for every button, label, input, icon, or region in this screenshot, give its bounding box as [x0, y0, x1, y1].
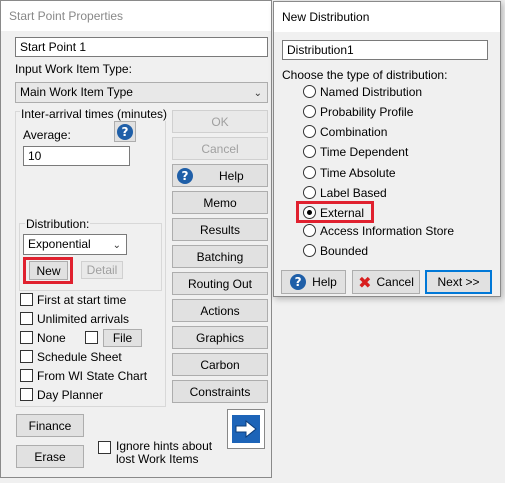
help-button[interactable]: ? Help — [281, 270, 346, 294]
schedule-sheet-checkbox[interactable] — [20, 350, 33, 363]
none-checkbox[interactable] — [20, 331, 33, 344]
actions-button[interactable]: Actions — [172, 299, 268, 322]
start-point-name-field[interactable]: Start Point 1 — [15, 37, 268, 57]
work-item-type-value: Main Work Item Type — [20, 85, 133, 99]
distribution-value: Exponential — [28, 237, 91, 251]
first-at-start-checkbox[interactable] — [20, 293, 33, 306]
file-checkbox[interactable] — [85, 331, 98, 344]
average-input[interactable]: 10 — [23, 146, 130, 166]
arrow-right-icon — [232, 415, 260, 443]
finance-button[interactable]: Finance — [16, 414, 84, 437]
cancel-button-label: Cancel — [376, 275, 414, 289]
option-bounded: Bounded — [320, 244, 369, 258]
external-option-highlight — [296, 201, 374, 223]
ignore-hints-label-line2: lost Work Items — [116, 452, 199, 466]
erase-button[interactable]: Erase — [16, 445, 84, 468]
help-icon: ? — [117, 123, 133, 140]
routing-out-button[interactable]: Routing Out — [172, 272, 268, 295]
title-bar[interactable]: Start Point Properties — [1, 1, 271, 31]
file-button[interactable]: File — [103, 329, 142, 347]
from-wi-state-chart-checkbox[interactable] — [20, 369, 33, 382]
unlimited-arrivals-checkbox[interactable] — [20, 312, 33, 325]
new-button-highlight — [23, 257, 73, 284]
results-button[interactable]: Results — [172, 218, 268, 241]
ok-button[interactable]: OK — [172, 110, 268, 133]
distribution-select[interactable]: Exponential ⌄ — [23, 234, 127, 255]
radio-label-based[interactable] — [303, 186, 316, 199]
work-item-type-select[interactable]: Main Work Item Type ⌄ — [15, 82, 268, 103]
batching-button[interactable]: Batching — [172, 245, 268, 268]
help-icon: ? — [290, 274, 307, 290]
new-distribution-window: New Distribution Distribution1 Choose th… — [273, 1, 501, 297]
help-button[interactable]: ? Help — [172, 164, 268, 187]
close-icon: ✖ — [358, 272, 372, 292]
memo-button[interactable]: Memo — [172, 191, 268, 214]
day-planner-checkbox[interactable] — [20, 388, 33, 401]
from-wi-state-chart-label: From WI State Chart — [37, 369, 148, 383]
radio-time-absolute[interactable] — [303, 166, 316, 179]
ignore-hints-label-line1: Ignore hints about — [116, 439, 213, 453]
option-probability-profile: Probability Profile — [320, 105, 414, 119]
radio-access-information-store[interactable] — [303, 224, 316, 237]
option-time-dependent: Time Dependent — [320, 145, 409, 159]
next-button[interactable]: Next >> — [425, 270, 492, 294]
help-icon: ? — [177, 167, 193, 184]
inter-arrival-label: Inter-arrival times (minutes) — [20, 107, 169, 121]
window-title: New Distribution — [282, 10, 370, 24]
radio-named-distribution[interactable] — [303, 85, 316, 98]
chevron-down-icon: ⌄ — [253, 88, 262, 99]
next-arrow-button[interactable] — [227, 409, 265, 449]
schedule-sheet-label: Schedule Sheet — [37, 350, 122, 364]
input-work-item-type-label: Input Work Item Type: — [15, 62, 132, 76]
window-title: Start Point Properties — [9, 9, 124, 23]
graphics-button[interactable]: Graphics — [172, 326, 268, 349]
option-time-absolute: Time Absolute — [320, 166, 396, 180]
ignore-hints-checkbox[interactable] — [98, 441, 111, 454]
first-at-start-label: First at start time — [37, 293, 127, 307]
none-label: None — [37, 331, 66, 345]
help-button-label: Help — [312, 275, 337, 289]
help-button-label: Help — [219, 168, 244, 183]
detail-button[interactable]: Detail — [81, 261, 123, 279]
cancel-button[interactable]: ✖ Cancel — [352, 270, 420, 294]
option-label-based: Label Based — [320, 186, 387, 200]
carbon-button[interactable]: Carbon — [172, 353, 268, 376]
chevron-down-icon: ⌄ — [112, 240, 121, 251]
option-combination: Combination — [320, 125, 388, 139]
choose-type-label: Choose the type of distribution: — [282, 68, 448, 82]
constraints-button[interactable]: Constraints — [172, 380, 268, 403]
average-label: Average: — [23, 128, 71, 142]
start-point-properties-window: Start Point Properties Start Point 1 Inp… — [0, 0, 272, 478]
radio-probability-profile[interactable] — [303, 105, 316, 118]
radio-time-dependent[interactable] — [303, 145, 316, 158]
option-named-distribution: Named Distribution — [320, 85, 423, 99]
radio-bounded[interactable] — [303, 244, 316, 257]
average-help-button[interactable]: ? — [114, 121, 136, 142]
radio-combination[interactable] — [303, 125, 316, 138]
option-access-information-store: Access Information Store — [320, 224, 455, 238]
cancel-button[interactable]: Cancel — [172, 137, 268, 160]
title-bar[interactable]: New Distribution — [274, 2, 500, 32]
day-planner-label: Day Planner — [37, 388, 104, 402]
distribution-label: Distribution: — [25, 217, 91, 231]
unlimited-arrivals-label: Unlimited arrivals — [37, 312, 130, 326]
distribution-name-field[interactable]: Distribution1 — [282, 40, 488, 60]
